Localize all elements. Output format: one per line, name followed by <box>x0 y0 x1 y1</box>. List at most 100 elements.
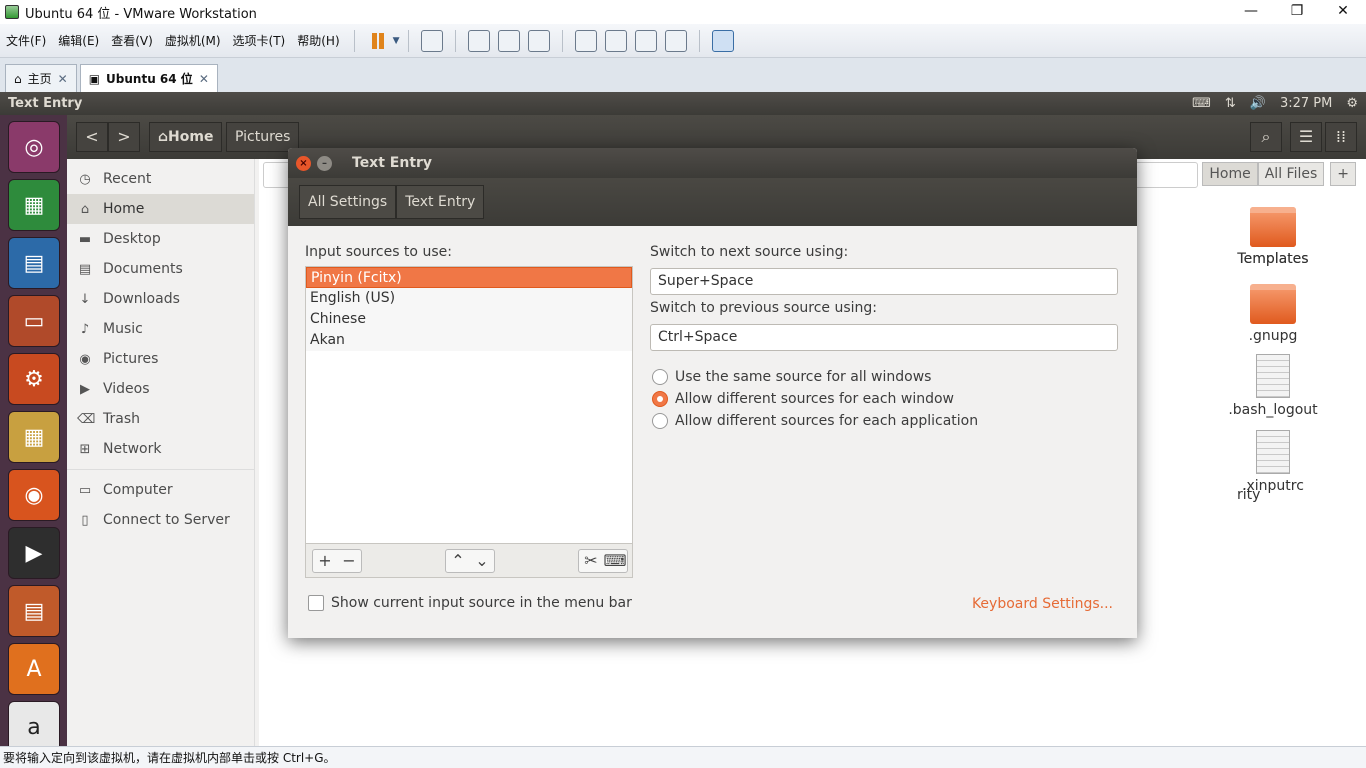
tab-home[interactable]: ⌂ 主页 ✕ <box>5 64 77 92</box>
radio-per-window[interactable]: Allow different sources for each window <box>652 388 954 410</box>
sidebar-item-desktop[interactable]: ▬ Desktop <box>67 224 254 254</box>
send-ctrl-alt-del-icon[interactable] <box>420 29 443 52</box>
sidebar-item-home[interactable]: ⌂ Home <box>67 194 254 224</box>
file-item-templates[interactable]: Templates <box>1223 207 1323 267</box>
snapshot-revert-icon[interactable] <box>497 29 520 52</box>
pause-dropdown-icon[interactable]: ▼ <box>393 36 400 46</box>
dialog-body: Input sources to use: Pinyin (Fcitx) Eng… <box>288 226 1137 638</box>
radio-same-source[interactable]: Use the same source for all windows <box>652 366 931 388</box>
add-source-button[interactable]: + <box>313 550 337 572</box>
back-button[interactable]: < <box>76 122 108 152</box>
sidebar-item-videos[interactable]: ▶ Videos <box>67 374 254 404</box>
thumbnail-bar-icon[interactable] <box>604 29 627 52</box>
menu-file[interactable]: 文件(F) <box>0 32 52 49</box>
file-item-xinputrc[interactable]: .xinputrc <box>1223 430 1323 494</box>
sidebar-toggle-icon[interactable] <box>574 29 597 52</box>
snapshot-take-icon[interactable] <box>467 29 490 52</box>
dialog-title: Text Entry <box>352 155 433 171</box>
gear-icon[interactable]: ⚙ <box>1346 96 1358 111</box>
close-tab-icon[interactable]: ✕ <box>199 72 209 86</box>
keyboard-layout-icon[interactable]: ⌨ <box>603 550 627 572</box>
all-settings-button[interactable]: All Settings <box>299 185 397 219</box>
console-view-icon[interactable] <box>711 29 734 52</box>
sidebar-item-pictures[interactable]: ◉ Pictures <box>67 344 254 374</box>
tab-ubuntu[interactable]: ▣ Ubuntu 64 位 ✕ <box>79 64 218 92</box>
fullscreen-icon[interactable] <box>634 29 657 52</box>
firefox-icon[interactable]: ◉ <box>8 469 60 521</box>
sidebar-item-recent[interactable]: ◷ Recent <box>67 164 254 194</box>
unity-mode-icon[interactable] <box>664 29 687 52</box>
file-item-bash-logout[interactable]: .bash_logout <box>1223 354 1323 418</box>
radio-per-application[interactable]: Allow different sources for each applica… <box>652 410 978 432</box>
tab-label: Ubuntu 64 位 <box>106 72 193 86</box>
menu-vm[interactable]: 虚拟机(M) <box>159 32 227 49</box>
close-icon[interactable]: × <box>296 155 311 171</box>
vmware-status-bar: 要将输入定向到该虚拟机，请在虚拟机内部单击或按 Ctrl+G。 <box>0 746 1366 768</box>
system-settings-icon[interactable]: ⚙ <box>8 353 60 405</box>
sidebar-item-music[interactable]: ♪ Music <box>67 314 254 344</box>
sidebar-item-trash[interactable]: ⌫ Trash <box>67 404 254 434</box>
clock[interactable]: 3:27 PM <box>1280 96 1332 111</box>
calc-icon[interactable]: ▦ <box>8 179 60 231</box>
keyboard-settings-link[interactable]: Keyboard Settings... <box>972 596 1113 612</box>
minimize-icon[interactable]: – <box>317 155 332 171</box>
scope-all-files-button[interactable]: All Files <box>1257 162 1325 186</box>
source-settings-icon[interactable]: ✂ <box>579 550 603 572</box>
files-icon[interactable]: ▭ <box>8 295 60 347</box>
input-source-item[interactable]: English (US) <box>306 288 632 309</box>
breadcrumb-home[interactable]: ⌂Home <box>149 122 223 152</box>
input-source-item[interactable]: Pinyin (Fcitx) <box>306 267 632 288</box>
forward-button[interactable]: > <box>108 122 140 152</box>
terminal-icon[interactable]: ▶ <box>8 527 60 579</box>
search-icon[interactable]: ⌕ <box>1250 122 1282 152</box>
dash-icon[interactable]: ◎ <box>8 121 60 173</box>
close-window-button[interactable]: ✕ <box>1320 0 1366 24</box>
amazon-icon[interactable]: a <box>8 701 60 746</box>
menu-help[interactable]: 帮助(H) <box>291 32 345 49</box>
menu-view[interactable]: 查看(V) <box>105 32 159 49</box>
writer-icon[interactable]: ▤ <box>8 237 60 289</box>
volume-icon[interactable]: 🔊 <box>1250 96 1266 111</box>
input-source-item[interactable]: Chinese <box>306 309 632 330</box>
move-up-button[interactable]: ⌃ <box>446 550 470 572</box>
scope-home-button[interactable]: Home <box>1202 162 1258 186</box>
sidebar-item-documents[interactable]: ▤ Documents <box>67 254 254 284</box>
sidebar-item-network[interactable]: ⊞ Network <box>67 434 254 464</box>
folder-icon: ▬ <box>78 231 92 247</box>
workspace-switcher-icon[interactable]: ▦ <box>8 411 60 463</box>
menu-tabs[interactable]: 选项卡(T) <box>227 32 292 49</box>
list-view-icon[interactable]: ☰ <box>1290 122 1322 152</box>
system-tray: ⌨ ⇅ 🔊 3:27 PM ⚙ <box>1192 92 1358 115</box>
sidebar-item-connect-to-server[interactable]: ▯ Connect to Server <box>67 505 254 535</box>
software-center-icon[interactable]: A <box>8 643 60 695</box>
input-source-item[interactable]: Akan <box>306 330 632 351</box>
radio-button-checked[interactable] <box>652 391 668 407</box>
pause-icon[interactable] <box>367 30 389 52</box>
breadcrumb-pictures[interactable]: Pictures <box>226 122 300 152</box>
minimize-button[interactable]: — <box>1228 0 1274 24</box>
network-icon[interactable]: ⇅ <box>1225 96 1236 111</box>
close-tab-icon[interactable]: ✕ <box>58 72 68 86</box>
next-source-shortcut-field[interactable]: Super+Space <box>650 268 1118 295</box>
sidebar-item-downloads[interactable]: ↓ Downloads <box>67 284 254 314</box>
snapshot-manager-icon[interactable] <box>527 29 550 52</box>
trash-icon: ⌫ <box>77 411 96 427</box>
file-item-gnupg[interactable]: .gnupg <box>1223 284 1323 344</box>
window-title: Ubuntu 64 位 - VMware Workstation <box>25 6 257 22</box>
remove-source-button[interactable]: − <box>337 550 361 572</box>
checkbox[interactable] <box>308 595 324 611</box>
radio-button[interactable] <box>652 413 668 429</box>
impress-icon[interactable]: ▤ <box>8 585 60 637</box>
restore-button[interactable]: ❐ <box>1274 0 1320 24</box>
add-search-criteria-button[interactable]: + <box>1330 162 1356 186</box>
keyboard-icon[interactable]: ⌨ <box>1192 96 1211 111</box>
menu-edit[interactable]: 编辑(E) <box>52 32 105 49</box>
grid-view-icon[interactable]: ⁞⁞ <box>1325 122 1357 152</box>
move-down-button[interactable]: ⌄ <box>470 550 494 572</box>
text-entry-crumb[interactable]: Text Entry <box>396 185 485 219</box>
show-in-menu-bar-option[interactable]: Show current input source in the menu ba… <box>308 595 632 611</box>
sidebar-item-computer[interactable]: ▭ Computer <box>67 475 254 505</box>
prev-source-shortcut-field[interactable]: Ctrl+Space <box>650 324 1118 351</box>
radio-button[interactable] <box>652 369 668 385</box>
home-icon: ⌂ <box>80 201 90 217</box>
